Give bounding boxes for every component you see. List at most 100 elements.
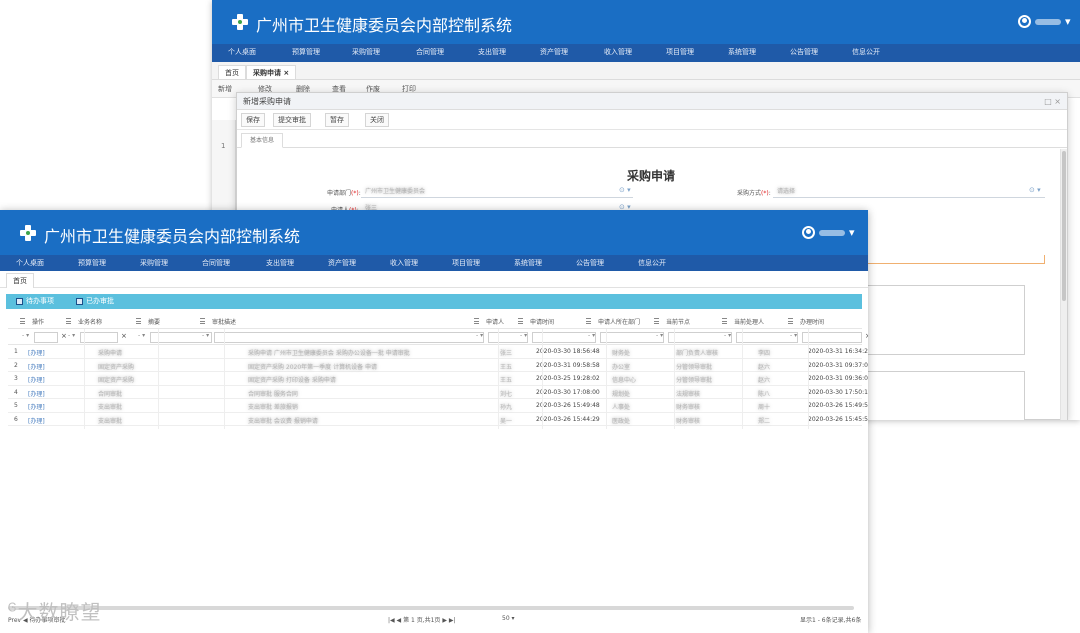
toolbar-button[interactable]: 新增 bbox=[218, 84, 232, 94]
column-header[interactable]: 办理时间 bbox=[800, 317, 824, 326]
handle-link[interactable]: [办理] bbox=[28, 416, 45, 425]
nav-item[interactable]: 信息公开 bbox=[638, 258, 666, 268]
nav-item[interactable]: 预算管理 bbox=[78, 258, 106, 268]
draft-button[interactable]: 暂存 bbox=[325, 113, 349, 127]
nav-item[interactable]: 个人桌面 bbox=[228, 47, 256, 57]
subtab-basic-info[interactable]: 基本信息 bbox=[241, 133, 284, 148]
filter-operator[interactable]: - ▾ bbox=[138, 332, 145, 339]
column-menu-icon[interactable] bbox=[66, 318, 71, 324]
filter-operator[interactable]: - ▾ bbox=[68, 332, 75, 339]
table-row[interactable]: 4 [办理] 合同审批 合同审批 服务合同 刘七 2020-03-30 17:08:00 规… bbox=[8, 386, 868, 399]
nav-item[interactable]: 支出管理 bbox=[266, 258, 294, 268]
nav-item[interactable]: 资产管理 bbox=[540, 47, 568, 57]
column-menu-icon[interactable] bbox=[474, 318, 479, 324]
nav-item[interactable]: 公告管理 bbox=[576, 258, 604, 268]
tab-home[interactable]: 首页 bbox=[218, 65, 246, 79]
column-menu-icon[interactable] bbox=[654, 318, 659, 324]
column-header[interactable]: 业务名称 bbox=[78, 317, 102, 326]
nav-item[interactable]: 系统管理 bbox=[514, 258, 542, 268]
table-row[interactable]: 1 [办理] 采购申请 采购申请 广州市卫生健康委员会 采购办公设备一批 申请审批 张三… bbox=[8, 345, 868, 359]
approval-description: 固定资产采购 2020年第一季度 计算机设备 申请 bbox=[248, 363, 377, 371]
save-button[interactable]: 保存 bbox=[241, 113, 265, 127]
handle-link[interactable]: [办理] bbox=[28, 389, 45, 398]
column-menu-icon[interactable] bbox=[20, 318, 25, 324]
filter-operator[interactable]: - ▾ bbox=[202, 332, 209, 339]
nav-item[interactable]: 支出管理 bbox=[478, 47, 506, 57]
nav-item[interactable]: 收入管理 bbox=[390, 258, 418, 268]
column-header[interactable]: 摘要 bbox=[148, 317, 160, 326]
column-menu-icon[interactable] bbox=[136, 318, 141, 324]
grid-horizontal-scrollbar[interactable] bbox=[8, 606, 854, 610]
filter-input[interactable] bbox=[668, 332, 732, 343]
column-header[interactable]: 操作 bbox=[32, 317, 44, 326]
front-window: 广州市卫生健康委员会内部控制系统 ▾ 个人桌面 预算管理 采购管理 合同管理 支出管理 资… bbox=[0, 210, 868, 633]
nav-item[interactable]: 采购管理 bbox=[352, 47, 380, 57]
submit-approval-button[interactable]: 提交审批 bbox=[273, 113, 311, 127]
nav-item[interactable]: 预算管理 bbox=[292, 47, 320, 57]
dialog-scrollbar[interactable] bbox=[1060, 149, 1067, 420]
table-row[interactable]: 6 [办理] 支出审批 支出审批 会议费 报销申请 吴一 2020-03-26 15:44… bbox=[8, 413, 868, 426]
column-menu-icon[interactable] bbox=[586, 318, 591, 324]
handle-link[interactable]: [办理] bbox=[28, 402, 45, 411]
pager[interactable]: |◀ ◀ 第 1 页,共1页 ▶ ▶| bbox=[388, 615, 456, 624]
column-menu-icon[interactable] bbox=[722, 318, 727, 324]
filter-input[interactable] bbox=[80, 332, 118, 343]
filter-operator[interactable]: - ▾ bbox=[520, 332, 527, 339]
method-picker-icon[interactable]: ⊙ ▾ bbox=[1029, 186, 1041, 194]
column-header[interactable]: 当前处理人 bbox=[734, 317, 764, 326]
filter-input[interactable] bbox=[802, 332, 862, 343]
nav-item[interactable]: 采购管理 bbox=[140, 258, 168, 268]
column-header[interactable]: 申请人所在部门 bbox=[598, 317, 640, 326]
handle-link[interactable]: [办理] bbox=[28, 348, 45, 357]
nav-item[interactable]: 公告管理 bbox=[790, 47, 818, 57]
nav-item[interactable]: 合同管理 bbox=[202, 258, 230, 268]
user-menu[interactable]: ▾ bbox=[1018, 15, 1071, 28]
column-header[interactable]: 申请时间 bbox=[530, 317, 554, 326]
nav-item[interactable]: 合同管理 bbox=[416, 47, 444, 57]
column-header[interactable]: 当前节点 bbox=[666, 317, 690, 326]
filter-input[interactable] bbox=[736, 332, 798, 343]
method-field[interactable]: 请选择 bbox=[773, 187, 1045, 198]
user-menu[interactable]: ▾ bbox=[802, 226, 855, 239]
dept-field[interactable]: 广州市卫生健康委员会 bbox=[361, 187, 633, 198]
column-menu-icon[interactable] bbox=[200, 318, 205, 324]
filter-operator[interactable]: - ▾ bbox=[588, 332, 595, 339]
filter-input[interactable] bbox=[34, 332, 58, 343]
column-header[interactable]: 审批描述 bbox=[212, 317, 236, 326]
clear-filter-icon[interactable]: × bbox=[61, 332, 67, 340]
handle-link[interactable]: [办理] bbox=[28, 375, 45, 384]
table-row[interactable]: 3 [办理] 固定资产采购 固定资产采购 打印设备 采购申请 王五 2020-03-25 … bbox=[8, 372, 868, 386]
table-row[interactable]: 5 [办理] 支出审批 支出审批 差旅报销 孙九 2020-03-26 15:49:48 人… bbox=[8, 399, 868, 413]
tab-purchase-apply[interactable]: 采购申请 × bbox=[246, 65, 297, 79]
nav-item[interactable]: 项目管理 bbox=[452, 258, 480, 268]
column-header[interactable]: 申请人 bbox=[486, 317, 504, 326]
page-size-select[interactable]: 50 ▾ bbox=[502, 615, 515, 622]
filter-operator[interactable]: - ▾ bbox=[790, 332, 797, 339]
nav-item[interactable]: 项目管理 bbox=[666, 47, 694, 57]
filter-input[interactable] bbox=[214, 332, 484, 343]
filter-operator[interactable]: - ▾ bbox=[724, 332, 731, 339]
nav-item[interactable]: 系统管理 bbox=[728, 47, 756, 57]
nav-item[interactable]: 收入管理 bbox=[604, 47, 632, 57]
nav-item[interactable]: 资产管理 bbox=[328, 258, 356, 268]
dialog-window-controls[interactable]: □ × bbox=[1044, 93, 1061, 110]
column-menu-icon[interactable] bbox=[788, 318, 793, 324]
front-main-nav: 个人桌面 预算管理 采购管理 合同管理 支出管理 资产管理 收入管理 项目管理 系统管理 公告管理… bbox=[0, 255, 868, 271]
filter-operator[interactable]: - ▾ bbox=[656, 332, 663, 339]
filter-input[interactable] bbox=[600, 332, 664, 343]
clear-filter-icon[interactable]: × bbox=[121, 332, 127, 340]
filter-operator[interactable]: - ▾ bbox=[476, 332, 483, 339]
nav-item[interactable]: 个人桌面 bbox=[16, 258, 44, 268]
clear-filter-icon[interactable]: × bbox=[865, 332, 868, 340]
tab-home[interactable]: 首页 bbox=[6, 273, 34, 288]
nav-item[interactable]: 信息公开 bbox=[852, 47, 880, 57]
dept-picker-icon[interactable]: ⊙ ▾ bbox=[619, 186, 631, 194]
handle-link[interactable]: [办理] bbox=[28, 362, 45, 371]
table-row[interactable]: 2 [办理] 固定资产采购 固定资产采购 2020年第一季度 计算机设备 申请 王五 20… bbox=[8, 359, 868, 372]
column-menu-icon[interactable] bbox=[518, 318, 523, 324]
section-todo[interactable]: 待办事项 bbox=[16, 296, 54, 306]
form-title: 采购申请 bbox=[627, 169, 676, 183]
filter-operator[interactable]: - ▾ bbox=[22, 332, 29, 339]
section-done[interactable]: 已办审批 bbox=[76, 296, 114, 306]
close-button[interactable]: 关闭 bbox=[365, 113, 389, 127]
